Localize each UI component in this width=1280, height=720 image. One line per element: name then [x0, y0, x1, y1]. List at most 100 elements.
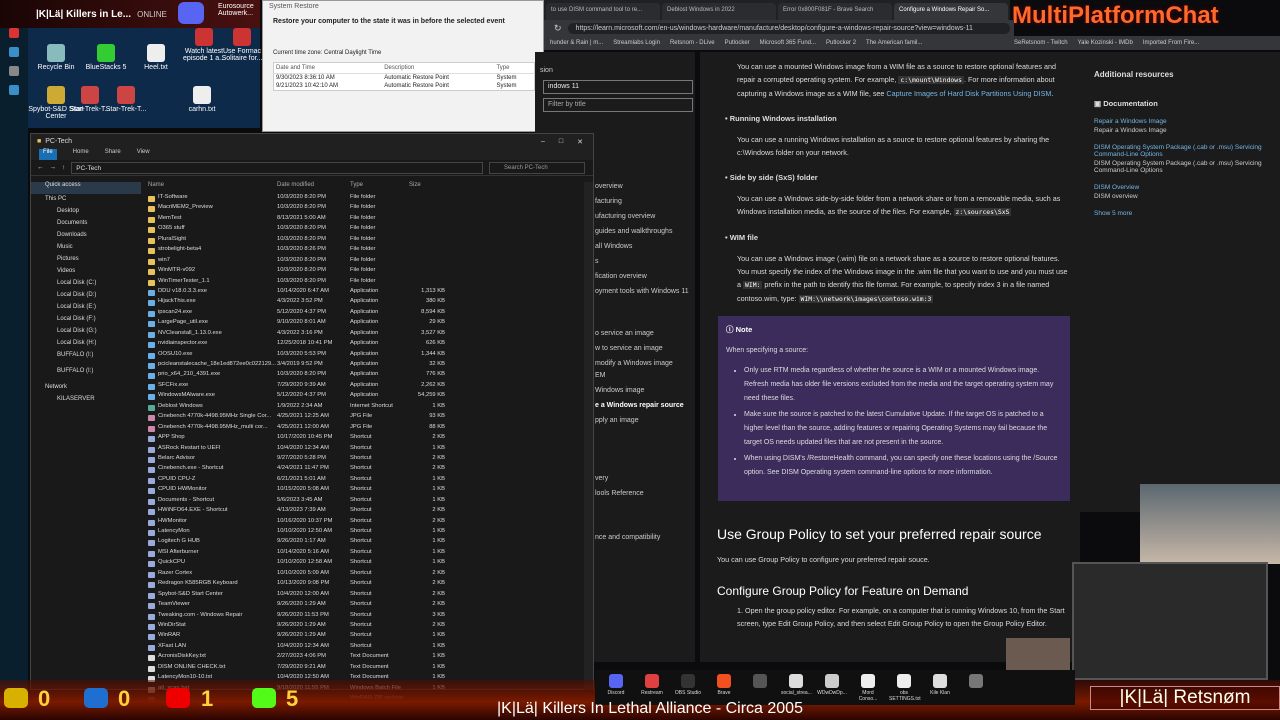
file-row[interactable]: WinMTR-v092 10/3/2020 8:20 PM File folder	[143, 267, 583, 277]
nav-item[interactable]: Downloads	[31, 232, 141, 244]
toc-item[interactable]: lools Reference	[595, 490, 644, 497]
nav-item[interactable]: BUFFALO (I:)	[31, 352, 141, 364]
back-icon[interactable]: ←	[37, 164, 44, 171]
ribbon-tab-home[interactable]: Home	[73, 149, 89, 160]
nav-item[interactable]: Local Disk (H:)	[31, 340, 141, 352]
table-row[interactable]: 9/21/2023 10:42:10 AM Automatic Restore P…	[274, 82, 535, 91]
browser-tab-active[interactable]: Configure a Windows Repair So...	[894, 3, 1008, 20]
toc-item[interactable]: pply an image	[595, 417, 639, 424]
nav-item[interactable]: This PC	[31, 196, 141, 208]
nav-item[interactable]: Local Disk (D:)	[31, 292, 141, 304]
file-row[interactable]: DDU v18.0.3.3.exe 10/14/2020 6:47 AM Appli…	[143, 288, 583, 298]
file-row[interactable]: XFast LAN 10/4/2020 12:34 AM Shortcut 1 KB	[143, 643, 583, 653]
bookmark[interactable]: Streamlabs Login	[613, 40, 660, 46]
file-row[interactable]: MSI Afterburner 10/14/2020 5:16 AM Shortcu…	[143, 549, 583, 559]
column-header-size[interactable]: Size	[409, 182, 421, 188]
nav-item[interactable]: Documents	[31, 220, 141, 232]
file-row[interactable]: Belarc Advisor 9/27/2020 5:28 PM Shortcut 2…	[143, 455, 583, 465]
file-row[interactable]: O365 stuff 10/3/2020 8:20 PM File folder	[143, 225, 583, 235]
resource-link[interactable]: Repair a Windows Image	[1094, 118, 1280, 125]
toc-item[interactable]: all Windows	[595, 243, 632, 250]
bookmark[interactable]: Microsoft 365 Fund...	[760, 40, 816, 46]
up-icon[interactable]: ↑	[62, 164, 65, 171]
file-row[interactable]: Cinebench.exe - Shortcut 4/24/2021 11:47 …	[143, 465, 583, 475]
dock-icon[interactable]	[9, 28, 19, 38]
toc-item[interactable]: oyment tools with Windows 11	[595, 288, 689, 295]
browser-tab[interactable]: Deblost Windows in 2022	[662, 3, 776, 20]
desktop-icon-bluestacks[interactable]: BlueStacks 5	[78, 44, 134, 71]
dock-icon[interactable]	[9, 66, 19, 76]
toc-item[interactable]: facturing	[595, 198, 622, 205]
forward-icon[interactable]: →	[50, 164, 57, 171]
file-row[interactable]: WindowsMAlware.exe 5/12/2020 4:37 PM Appli…	[143, 392, 583, 402]
dock-icon[interactable]	[9, 47, 19, 57]
file-row[interactable]: Spybot-S&D Start Center 10/4/2020 12:00 A…	[143, 591, 583, 601]
toc-filter-input[interactable]: Filter by title	[543, 98, 693, 112]
desktop-icon-recycle-bin[interactable]: Recycle Bin	[28, 44, 84, 71]
capture-images-link[interactable]: Capture Images of Hard Disk Partitions U…	[886, 89, 1051, 98]
file-row[interactable]: TeamViewer 9/26/2020 1:29 AM Shortcut 2 KB	[143, 601, 583, 611]
table-row[interactable]: 9/30/2023 8:36:10 AM Automatic Restore Po…	[274, 74, 535, 83]
bookmark[interactable]: Imported From Fire...	[1143, 40, 1199, 46]
file-row[interactable]: pcicleanstalecache_18e1ed872ee0c022129..…	[143, 361, 583, 371]
toc-item[interactable]: overview	[595, 183, 623, 190]
toc-item[interactable]: s	[595, 258, 599, 265]
resource-link[interactable]: DISM Overview	[1094, 184, 1280, 191]
bookmark[interactable]: Yale Kozinski - IMDb	[1078, 40, 1133, 46]
file-row[interactable]: PluralSight 10/3/2020 8:20 PM File folder	[143, 236, 583, 246]
column-header-date[interactable]: Date modified	[277, 182, 314, 188]
dock-icon[interactable]	[9, 85, 19, 95]
nav-item[interactable]: Local Disk (G:)	[31, 328, 141, 340]
nav-item[interactable]: Network	[31, 384, 141, 396]
toc-item-active[interactable]: e a Windows repair source	[595, 402, 684, 409]
desktop-icon-text[interactable]: carhn.txt	[174, 86, 230, 113]
file-row[interactable]: Redragon K585RGB Keyboard 10/13/2020 9:08…	[143, 580, 583, 590]
vertical-scrollbar[interactable]	[584, 182, 593, 690]
toc-item[interactable]: EM	[595, 372, 606, 379]
file-row[interactable]: HWiNFO64.EXE - Shortcut 4/13/2023 7:39 AM…	[143, 507, 583, 517]
file-row[interactable]: SFCFix.exe 7/29/2020 9:39 AM Application 2,…	[143, 382, 583, 392]
taskbar-app[interactable]: obs SETTINGS.txt	[889, 670, 921, 705]
file-row[interactable]: LatencyMon 10/10/2020 12:50 AM Shortcut 1 K…	[143, 528, 583, 538]
file-row[interactable]: HWMonitor 10/16/2020 10:37 PM Shortcut 2 KB	[143, 518, 583, 528]
column-header-name[interactable]: Name	[148, 182, 164, 188]
show-more-link[interactable]: Show 5 more	[1094, 210, 1280, 217]
file-row[interactable]: win7 10/3/2020 8:20 PM File folder	[143, 257, 583, 267]
minimize-icon[interactable]: –	[541, 138, 545, 146]
file-row[interactable]: Cinebench 4770k-4498.95MHz Single Cor...…	[143, 413, 583, 423]
file-row[interactable]: NVCleanstall_1.13.0.exe 4/3/2022 3:16 PM A…	[143, 330, 583, 340]
url-field[interactable]: https://learn.microsoft.com/en-us/window…	[567, 22, 1010, 34]
nav-item[interactable]: Quick access	[31, 182, 141, 194]
toc-item[interactable]: o service an image	[595, 330, 654, 337]
file-row[interactable]: nvidiainspector.exe 12/25/2018 10:41 PM Ap…	[143, 340, 583, 350]
file-row[interactable]: ipscan24.exe 5/12/2020 4:37 PM Application…	[143, 309, 583, 319]
taskbar-app[interactable]	[961, 670, 991, 705]
toc-item[interactable]: Windows image	[595, 387, 644, 394]
bookmark[interactable]: hunder & Rain | m...	[550, 40, 603, 46]
nav-item[interactable]: Local Disk (F:)	[31, 316, 141, 328]
file-row[interactable]: APP Shop 10/17/2020 10:45 PM Shortcut 2 KB	[143, 434, 583, 444]
close-icon[interactable]: ✕	[577, 138, 583, 146]
file-row[interactable]: LargePage_util.exe 9/10/2020 8:01 AM Appli…	[143, 319, 583, 329]
toc-item[interactable]: modify a Windows image	[595, 360, 673, 367]
toc-item[interactable]: w to service an image	[595, 345, 663, 352]
desktop-icon-star-trek[interactable]: Star-Trek-T...	[98, 86, 154, 113]
file-row[interactable]: OOSU10.exe 10/3/2020 5:53 PM Application 1,…	[143, 351, 583, 361]
file-row[interactable]: WinRAR 9/26/2020 1:29 AM Shortcut 1 KB	[143, 632, 583, 642]
nav-item[interactable]: Desktop	[31, 208, 141, 220]
file-row[interactable]: Logitech G HUB 9/26/2020 1:17 AM Shortcut 1…	[143, 538, 583, 548]
file-row[interactable]: IT-Software 10/3/2020 8:20 PM File folder	[143, 194, 583, 204]
bookmark[interactable]: The American famil...	[866, 40, 922, 46]
file-row[interactable]: Tweaking.com - Windows Repair 9/26/2020 1…	[143, 612, 583, 622]
nav-item[interactable]: Music	[31, 244, 141, 256]
nav-item[interactable]: Local Disk (E:)	[31, 304, 141, 316]
resource-link[interactable]: DISM Operating System Package (.cab or .…	[1094, 144, 1280, 158]
version-select[interactable]: indows 11	[543, 80, 693, 94]
file-row[interactable]: AcronisDiskKey.txt 2/27/2023 4:06 PM Text …	[143, 653, 583, 663]
toc-item[interactable]: guides and walkthroughs	[595, 228, 672, 235]
file-row[interactable]: WinTimerTester_1.1 10/3/2020 8:20 PM File …	[143, 278, 583, 288]
column-header-type[interactable]: Type	[350, 182, 363, 188]
ribbon-tab-share[interactable]: Share	[105, 149, 121, 160]
bookmark[interactable]: SeRetsnom - Twitch	[1014, 40, 1068, 46]
file-row[interactable]: QuickCPU 10/10/2020 12:58 AM Shortcut 1 KB	[143, 559, 583, 569]
